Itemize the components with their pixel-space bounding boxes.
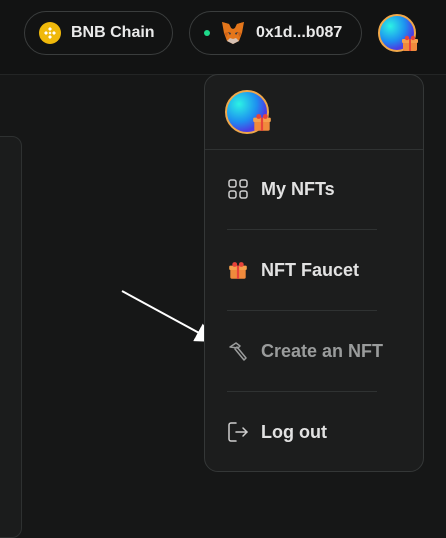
menu-item-label: Create an NFT: [261, 340, 384, 361]
menu-item-my-nfts[interactable]: My NFTs: [227, 149, 405, 229]
gift-box-icon: [227, 259, 249, 281]
hammer-icon: [227, 340, 249, 362]
profile-dropdown-menu: My NFTs NFT Faucet Create an NFT Log out: [204, 74, 424, 472]
gift-box-icon: [253, 114, 271, 131]
logout-icon: [227, 421, 249, 443]
grid-icon: [227, 178, 249, 200]
menu-avatar: [225, 90, 271, 134]
menu-item-nft-faucet[interactable]: NFT Faucet: [227, 230, 405, 310]
menu-item-label: My NFTs: [261, 178, 335, 199]
menu-item-label: Log out: [261, 421, 327, 442]
menu-item-label: NFT Faucet: [261, 259, 360, 280]
menu-item-create-nft[interactable]: Create an NFT: [227, 311, 405, 391]
menu-item-log-out[interactable]: Log out: [227, 392, 405, 472]
dropdown-header: [205, 75, 423, 150]
